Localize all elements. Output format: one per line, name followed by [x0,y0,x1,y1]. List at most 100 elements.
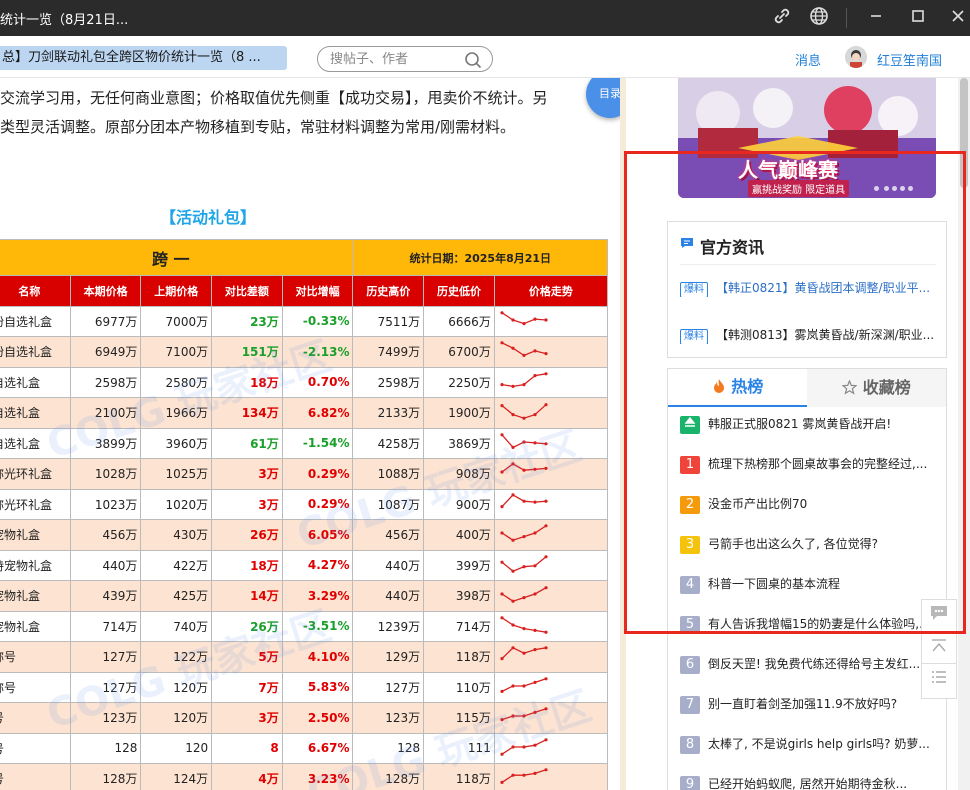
news-item-text[interactable]: 【韩正0821】黄昏战团本调整/职业平... [716,281,930,295]
price-trend-sparkline [493,427,609,459]
hot-item-title[interactable]: 科普一下圆桌的基本流程 [708,577,840,591]
sparkline [500,310,548,325]
hot-item-title[interactable]: 梳理下热榜那个圆桌故事会的完整经过,... [708,457,927,471]
table-row: 自选礼盒3899万3960万61万-1.54%4258万3869万 [0,427,609,459]
toc-button[interactable]: 目录 [586,78,620,118]
sparkline-point [511,493,515,497]
sparkline-point [500,615,504,620]
close-icon[interactable] [946,6,970,30]
item-name: 自选礼盒 [0,427,71,459]
item-name: 纷自选礼盒 [0,336,71,368]
sparkline-point [522,596,526,600]
hot-list-item[interactable]: 7 别一直盯着剑圣加强11.9不放好吗? [680,695,942,715]
price-difference: 8 [211,732,283,764]
sparkline [500,462,548,474]
hot-item-title[interactable]: 韩服正式服0821 雾岚黄昏战开启! [708,417,891,431]
hot-list-item[interactable]: 2 没金币产出比例70 [680,495,942,515]
hot-item-title[interactable]: 别一直盯着剑圣加强11.9不放好吗? [708,697,897,711]
sparkline-point [522,468,526,473]
hot-item-title[interactable]: 已经开始蚂蚁爬, 居然开始期待金秋... [708,777,907,790]
sparkline [500,554,548,573]
maximize-icon[interactable] [906,6,930,30]
price-trend-sparkline [493,671,609,703]
historical-high: 440万 [352,580,425,612]
table-row: 纷自选礼盒6977万7000万23万-0.33%7511万6666万 [0,305,609,337]
sparkline-point [533,743,537,747]
previous-price: 3960万 [140,427,213,459]
carousel-dot[interactable] [884,186,889,191]
post-intro-line: 类型灵活调整。原部分团本产物移植到专贴，常驻材料调整为常用/刚需材料。 [0,118,516,136]
historical-high: 127万 [352,671,425,703]
historical-low: 111 [423,732,495,764]
current-price: 6977万 [69,305,142,337]
hot-list-item[interactable]: 9 已经开始蚂蚁爬, 居然开始期待金秋... [680,775,942,790]
hot-list-item[interactable]: 8 太棒了, 不是说girls help girls吗? 奶萝... [680,735,942,755]
previous-price: 2580万 [140,366,213,398]
sparkline-point [500,341,504,345]
carousel-dot[interactable] [874,186,879,191]
hot-list-item[interactable]: 1 梳理下热榜那个圆桌故事会的完整经过,... [680,455,942,475]
event-banner[interactable]: 人气巅峰赛 赢挑战奖励 限定道具 [678,78,936,198]
sparkline-point [544,403,548,407]
current-price: 123万 [69,702,142,734]
list-icon[interactable] [921,663,957,699]
hot-list-item[interactable]: 6 倒反天罡! 我免费代练还得给号主发红... [680,655,942,675]
sparkline-point [522,535,526,539]
messages-link[interactable]: 消息 [795,50,821,69]
link-icon[interactable] [770,6,794,30]
historical-high: 1087万 [352,488,425,520]
minimize-icon[interactable] [864,6,888,30]
sparkline [500,524,548,543]
flame-icon [713,379,724,393]
sparkline-line [501,404,547,420]
sparkline-point [511,346,515,351]
carousel-dot[interactable] [900,186,905,191]
rank-badge: 2 [680,495,700,514]
current-price: 128 [69,732,142,764]
comment-icon[interactable] [921,599,957,635]
news-item[interactable]: 爆料 【韩测0813】雾岚黄昏战/新深渊/职业... [680,326,936,344]
tab-favorites[interactable]: 收藏榜 [807,369,946,407]
carousel-dot[interactable] [892,186,897,191]
search-input[interactable] [330,50,460,68]
sparkline-point [533,467,537,472]
price-trend-sparkline [493,549,609,581]
item-name: 自选礼盒 [0,366,71,398]
hot-item-title[interactable]: 太棒了, 不是说girls help girls吗? 奶萝... [708,737,930,751]
item-name: 称光环礼盒 [0,458,71,490]
news-item[interactable]: 爆料 【韩正0821】黄昏战团本调整/职业平... [680,279,936,297]
carousel-dot[interactable] [908,186,913,191]
page-scrollbar[interactable] [958,78,970,790]
sparkline-point [500,531,504,535]
sparkline-point [522,416,526,421]
hot-item-title[interactable]: 有人告诉我增幅15的奶妻是什么体验吗,... [708,617,931,631]
hot-item-title[interactable]: 弓箭手也出这么久了, 各位觉得? [708,537,878,551]
search-icon[interactable] [464,51,482,69]
avatar[interactable] [845,46,867,68]
hot-list-item[interactable]: 韩服正式服0821 雾岚黄昏战开启! [680,415,942,435]
price-change-percent: 6.67% [281,732,354,764]
thread-title-tab[interactable]: 总】刀剑联动礼包全跨区物价统计一览（8 ... [0,46,287,70]
hot-list-item[interactable]: 5 有人告诉我增幅15的奶妻是什么体验吗,... [680,615,942,635]
historical-high: 2598万 [352,366,425,398]
tab-hot[interactable]: 热榜 [668,369,807,407]
post-content: 交流学习用，无任何商业意图；价格取值优先侧重【成功交易】，甩卖价不统计。另 类型… [0,78,620,790]
hot-item-title[interactable]: 没金币产出比例70 [708,497,807,511]
username-link[interactable]: 红豆笙南国 [877,50,942,69]
rank-badge: 3 [680,535,700,554]
hot-list-item[interactable]: 3 弓箭手也出这么久了, 各位觉得? [680,535,942,555]
chat-bubble-icon [681,238,693,248]
hot-list-item[interactable]: 4 科普一下圆桌的基本流程 [680,575,942,595]
historical-low: 400万 [423,519,495,551]
table-row: 宠物礼盒714万740万26万-3.51%1239万714万 [0,610,609,642]
tab-hot-label: 热榜 [731,377,764,396]
price-change-percent: 3.23% [281,763,354,790]
search-box[interactable] [317,46,493,72]
sparkline [500,615,548,634]
scrollbar-thumb[interactable] [960,78,968,188]
sparkline [500,768,548,785]
hot-item-title[interactable]: 倒反天罡! 我免费代练还得给号主发红... [708,657,920,671]
news-item-text[interactable]: 【韩测0813】雾岚黄昏战/新深渊/职业... [716,328,934,342]
star-icon [841,379,858,395]
globe-icon[interactable] [807,6,831,30]
